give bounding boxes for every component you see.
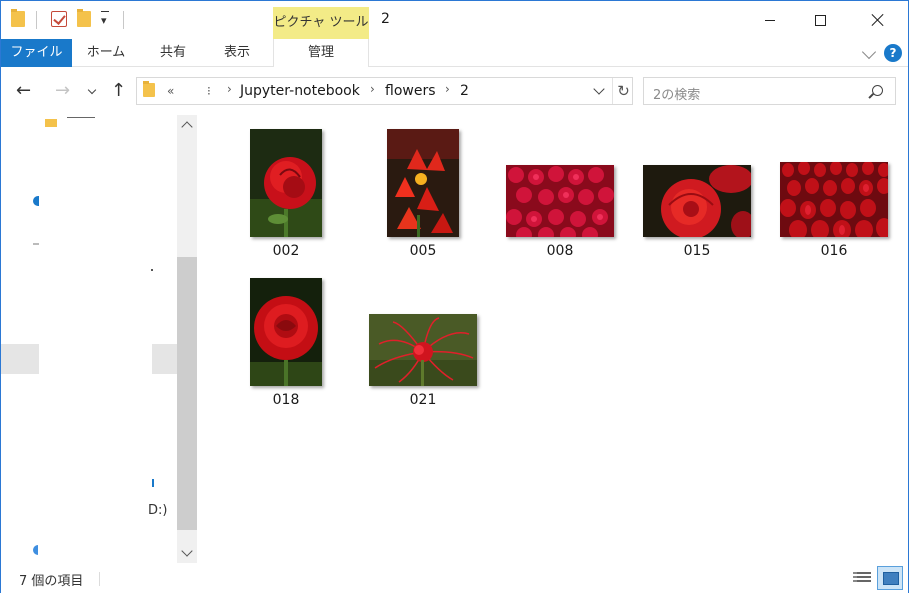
recent-locations-chevron-icon[interactable] bbox=[87, 85, 97, 95]
back-arrow-icon[interactable]: ← bbox=[16, 81, 31, 101]
explorer-window: ▾ ピクチャ ツール 2 ファイル ホーム 共有 表示 管理 ? ← → ↑ «… bbox=[0, 0, 909, 593]
image-thumbnail bbox=[250, 129, 322, 237]
image-thumbnail bbox=[369, 314, 477, 386]
nav-drive-label[interactable]: D:) bbox=[148, 503, 167, 518]
image-thumbnail bbox=[387, 129, 459, 237]
ribbon-tabs: ファイル ホーム 共有 表示 管理 ? bbox=[1, 39, 908, 67]
large-icons-view-icon[interactable] bbox=[877, 566, 903, 590]
file-name[interactable]: 002 bbox=[226, 243, 346, 259]
breadcrumb-current-folder[interactable]: 2 bbox=[460, 83, 469, 99]
folder-icon[interactable] bbox=[11, 9, 25, 27]
navigation-bar: ← → ↑ « ⁝ › Jupyter-notebook › flowers ›… bbox=[1, 69, 908, 115]
nav-item-selected[interactable] bbox=[1, 344, 39, 374]
scroll-down-arrow-icon[interactable] bbox=[181, 545, 193, 557]
close-icon bbox=[871, 13, 885, 27]
minimize-icon bbox=[765, 19, 775, 21]
nav-item-fragment[interactable] bbox=[33, 243, 39, 245]
quick-access-customize-icon[interactable]: ▾ bbox=[101, 11, 109, 27]
window-title: 2 bbox=[381, 11, 390, 27]
new-folder-icon[interactable] bbox=[77, 9, 91, 27]
address-folder-icon bbox=[143, 81, 155, 97]
breadcrumb-separator-icon[interactable]: › bbox=[445, 82, 450, 96]
item-count: 7 個の項目 bbox=[19, 574, 84, 589]
status-divider bbox=[99, 572, 100, 586]
file-tile[interactable]: 016 bbox=[774, 125, 894, 273]
nav-item-fragment[interactable] bbox=[152, 479, 154, 487]
nav-pane-scrollbar[interactable] bbox=[177, 115, 197, 563]
nav-folder-icon[interactable] bbox=[45, 119, 57, 127]
address-overflow-chevron-icon[interactable]: « bbox=[167, 84, 174, 98]
picture-tools-header: ピクチャ ツール bbox=[273, 7, 369, 39]
file-name[interactable]: 015 bbox=[637, 243, 757, 259]
file-tile[interactable]: 008 bbox=[500, 125, 620, 273]
minimize-button[interactable] bbox=[747, 1, 793, 39]
file-tile[interactable]: 005 bbox=[363, 125, 483, 273]
nav-cloud-icon[interactable] bbox=[33, 196, 39, 206]
file-name[interactable]: 005 bbox=[363, 243, 483, 259]
file-name[interactable]: 008 bbox=[500, 243, 620, 259]
refresh-icon[interactable]: ↻ bbox=[612, 78, 634, 104]
scrollbar-thumb[interactable] bbox=[177, 257, 197, 530]
file-tile[interactable]: 015 bbox=[637, 125, 757, 273]
tab-view[interactable]: 表示 bbox=[209, 39, 265, 67]
tab-share[interactable]: 共有 bbox=[145, 39, 201, 67]
search-icon[interactable] bbox=[872, 85, 883, 96]
image-thumbnail bbox=[250, 278, 322, 386]
breadcrumb-separator-icon[interactable]: › bbox=[370, 82, 375, 96]
title-bar: ▾ ピクチャ ツール 2 bbox=[1, 1, 908, 39]
status-bar: 7 個の項目 bbox=[1, 563, 908, 593]
nav-item-selected[interactable] bbox=[152, 344, 177, 374]
close-button[interactable] bbox=[855, 1, 901, 39]
file-tile[interactable]: 002 bbox=[226, 125, 346, 273]
toolbar-divider bbox=[36, 11, 37, 29]
scroll-up-arrow-icon[interactable] bbox=[181, 121, 193, 133]
forward-arrow-icon[interactable]: → bbox=[55, 81, 70, 101]
file-name[interactable]: 018 bbox=[226, 392, 346, 408]
navigation-pane[interactable]: D:) bbox=[1, 115, 177, 563]
image-thumbnail bbox=[780, 162, 888, 237]
file-tile[interactable]: 021 bbox=[363, 274, 483, 422]
up-arrow-icon[interactable]: ↑ bbox=[111, 81, 126, 101]
search-box[interactable]: 2の検索 bbox=[643, 77, 896, 105]
help-icon[interactable]: ? bbox=[884, 44, 902, 62]
breadcrumb-separator-icon[interactable]: › bbox=[227, 82, 232, 96]
breadcrumb-flowers[interactable]: flowers bbox=[385, 83, 436, 99]
tab-home[interactable]: ホーム bbox=[77, 39, 135, 67]
file-name[interactable]: 021 bbox=[363, 392, 483, 408]
toolbar-divider bbox=[123, 11, 124, 29]
nav-item-fragment[interactable] bbox=[151, 269, 153, 271]
tab-file[interactable]: ファイル bbox=[1, 39, 72, 67]
image-thumbnail bbox=[506, 165, 614, 237]
search-placeholder: 2の検索 bbox=[653, 88, 701, 103]
breadcrumb-jupyter-notebook[interactable]: Jupyter-notebook bbox=[240, 83, 360, 99]
properties-check-icon[interactable] bbox=[51, 11, 67, 27]
address-history-dropdown-icon[interactable] bbox=[593, 83, 605, 95]
expand-ribbon-chevron-icon[interactable] bbox=[861, 44, 877, 60]
address-bar[interactable]: « ⁝ › Jupyter-notebook › flowers › 2 ↻ bbox=[136, 77, 633, 105]
file-view[interactable]: 002 005 008 015 016 018 021 bbox=[197, 115, 908, 563]
file-tile[interactable]: 018 bbox=[226, 274, 346, 422]
nav-item-fragment[interactable] bbox=[67, 117, 95, 125]
maximize-button[interactable] bbox=[797, 1, 843, 39]
address-more-icon[interactable]: ⁝ bbox=[207, 84, 211, 98]
details-view-icon[interactable] bbox=[853, 570, 871, 586]
maximize-icon bbox=[814, 14, 826, 26]
nav-network-icon[interactable] bbox=[33, 545, 38, 555]
tab-manage[interactable]: 管理 bbox=[273, 39, 369, 67]
file-name[interactable]: 016 bbox=[774, 243, 894, 259]
image-thumbnail bbox=[643, 165, 751, 237]
